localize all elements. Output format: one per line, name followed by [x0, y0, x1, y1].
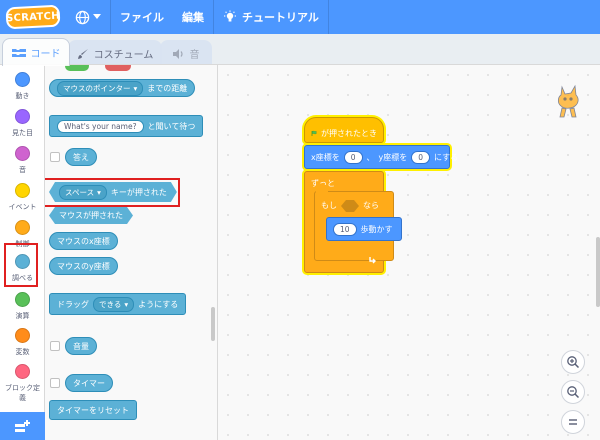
goto-x-input[interactable]: 0 [343, 150, 363, 164]
zoom-in-button[interactable] [561, 350, 585, 374]
menu-divider [327, 0, 329, 34]
goto-y-input[interactable]: 0 [411, 150, 431, 164]
chevron-down-icon: ▾ [133, 83, 138, 93]
distance-to-block[interactable]: マウスのポインター ▾ までの距離 [49, 79, 196, 97]
add-extension-button[interactable] [0, 412, 45, 440]
scratch-logo[interactable]: SCRATCH [5, 4, 61, 30]
move-suffix: 歩動かす [360, 224, 393, 234]
drag-prefix: ドラッグ [57, 299, 89, 309]
ask-suffix: と聞いて待つ [147, 121, 196, 131]
if-suffix: なら [363, 201, 379, 210]
if-condition-slot[interactable] [341, 200, 359, 212]
category-looks-label: 見た目 [12, 129, 33, 137]
category-my-blocks-dot [15, 364, 30, 379]
zoom-out-button[interactable] [561, 380, 585, 404]
forever-arm [316, 185, 328, 193]
loudness-block[interactable]: 音量 [65, 337, 97, 355]
category-looks-dot [15, 109, 30, 124]
mouse-x-block[interactable]: マウスのx座標 [49, 232, 118, 250]
answer-block[interactable]: 答え [65, 148, 97, 166]
drag-mode-dropdown[interactable]: できる ▾ [93, 296, 135, 312]
lightbulb-icon [224, 10, 236, 22]
drag-mode-value: できる [99, 299, 122, 309]
move-steps-block[interactable]: 10 歩動かす [326, 217, 402, 241]
tab-code-label: コード [30, 49, 61, 60]
distance-suffix: までの距離 [147, 83, 188, 93]
category-sound-dot [15, 146, 30, 161]
goto-x-label: x座標を [311, 152, 340, 162]
menu-bar: SCRATCH ファイル 編集 チュートリアル [0, 0, 600, 34]
script-workspace[interactable]: が押されたとき x座標を 0 、 y座標を 0 にする ずっと もし なら 10… [217, 64, 600, 440]
speaker-icon [172, 48, 183, 59]
answer-checkbox[interactable] [50, 152, 60, 162]
go-to-xy-block[interactable]: x座標を 0 、 y座標を 0 にする [304, 145, 458, 169]
extension-icon [14, 420, 30, 432]
zoom-out-icon [567, 386, 580, 399]
workspace-scrollbar[interactable] [596, 237, 600, 307]
category-my-blocks[interactable]: ブロック定義 [0, 357, 45, 404]
green-flag-icon [311, 130, 317, 136]
distance-target-value: マウスのポインター [63, 83, 131, 93]
editor-tabs: コード コスチューム 音 [0, 34, 600, 66]
set-drag-mode-block[interactable]: ドラッグ できる ▾ ようにする [49, 293, 187, 315]
block-palette: マウスのポインター ▾ までの距離 What's your name? と聞いて待… [45, 64, 217, 440]
tab-costumes-label: コスチューム [93, 50, 154, 61]
category-sound-label: 音 [19, 166, 26, 174]
tutorials-menu[interactable]: チュートリアル [214, 0, 328, 34]
goto-suffix: にする [434, 152, 459, 162]
zoom-in-icon [567, 356, 580, 369]
goto-y-label: y座標を [378, 152, 408, 162]
globe-icon [75, 10, 90, 24]
hat-label: が押されたとき [321, 128, 377, 138]
brush-icon [77, 48, 88, 59]
drag-suffix: ようにする [138, 299, 179, 309]
tab-sounds[interactable]: 音 [160, 40, 212, 66]
language-menu[interactable] [66, 0, 110, 34]
zoom-reset-button[interactable] [561, 410, 585, 434]
ask-question-input[interactable]: What's your name? [57, 119, 144, 133]
equals-icon [569, 419, 577, 425]
edit-menu[interactable]: 編集 [173, 0, 213, 34]
partial-block [105, 65, 131, 71]
sprite-cat-icon [557, 84, 579, 118]
tutorials-label: チュートリアル [242, 11, 319, 24]
category-motion-dot [15, 72, 30, 87]
chevron-down-icon [93, 14, 101, 19]
loop-arrow-icon [369, 257, 376, 264]
tab-code[interactable]: コード [2, 38, 70, 66]
move-steps-input[interactable]: 10 [333, 222, 357, 236]
ask-and-wait-block[interactable]: What's your name? と聞いて待つ [49, 115, 204, 137]
category-operators-label: 演算 [15, 312, 30, 320]
if-prefix: もし [321, 201, 337, 210]
tab-sounds-label: 音 [189, 50, 200, 61]
category-variables-dot [15, 328, 30, 343]
tab-costumes[interactable]: コスチューム [68, 40, 162, 66]
goto-sep: 、 [366, 152, 375, 162]
chevron-down-icon: ▾ [124, 299, 129, 309]
category-events-dot [15, 183, 30, 198]
mouse-down-block[interactable]: マウスが押された [49, 207, 133, 224]
category-variables-label: 変数 [15, 348, 30, 356]
mouse-y-block[interactable]: マウスのy座標 [49, 257, 118, 275]
sensing-highlight-box [4, 243, 38, 287]
timer-checkbox[interactable] [50, 378, 60, 388]
category-operators-dot [15, 292, 30, 307]
key-pressed-highlight-box [45, 178, 180, 207]
distance-target-dropdown[interactable]: マウスのポインター ▾ [57, 80, 144, 96]
reset-timer-block[interactable]: タイマーをリセット [49, 400, 137, 420]
loudness-checkbox[interactable] [50, 341, 60, 351]
category-menu: 動き 見た目 音 イベント 制御 調べる 演算 変数 ブロック定義 [0, 64, 45, 440]
palette-scrollbar[interactable] [211, 307, 215, 341]
when-flag-clicked-block[interactable]: が押されたとき [304, 117, 384, 143]
code-icon [11, 48, 26, 57]
category-my-blocks-label: ブロック定義 [5, 384, 40, 402]
category-events-label: イベント [8, 203, 37, 211]
file-menu[interactable]: ファイル [111, 0, 173, 34]
category-motion-label: 動き [15, 92, 30, 100]
timer-block[interactable]: タイマー [65, 374, 113, 392]
category-control-dot [15, 220, 30, 235]
